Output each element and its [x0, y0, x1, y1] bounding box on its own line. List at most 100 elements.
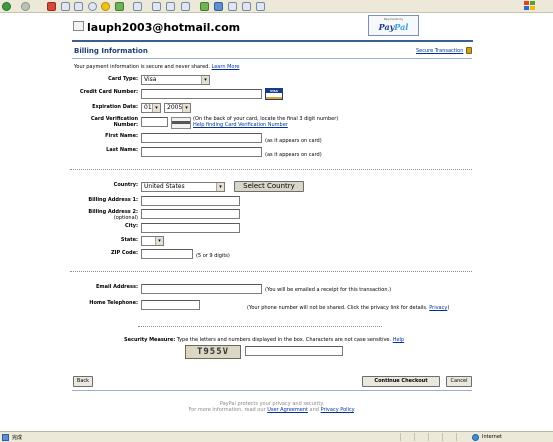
city-label: City:: [124, 223, 138, 229]
status-cell: [414, 433, 424, 441]
mail-icon[interactable]: [133, 2, 142, 11]
privacy-link[interactable]: Privacy: [429, 305, 447, 311]
email-input[interactable]: [141, 284, 262, 294]
research-icon[interactable]: [214, 2, 223, 11]
card-type-value: Visa: [144, 76, 157, 83]
city-input[interactable]: [141, 223, 240, 233]
forward-icon[interactable]: [21, 2, 30, 11]
learn-more-link[interactable]: Learn More: [212, 64, 240, 70]
country-label: Country:: [113, 182, 138, 188]
security-help-link[interactable]: Help: [393, 337, 404, 343]
last-name-note: (as it appears on card): [265, 152, 322, 158]
select-country-button[interactable]: Select Country: [234, 181, 304, 192]
state-select[interactable]: ▾: [141, 236, 164, 246]
paypal-logo: Payments by PayPal: [368, 15, 419, 36]
secure-transaction-link[interactable]: Secure Transaction: [416, 48, 463, 54]
header-rule: [72, 40, 473, 42]
state-label: State:: [120, 237, 138, 243]
edit-icon[interactable]: [166, 2, 175, 11]
exp-year-select[interactable]: 2005 ▾: [164, 103, 191, 113]
user-email: lauph2003@hotmail.com: [87, 21, 241, 34]
cancel-button[interactable]: Cancel: [446, 376, 472, 387]
card-number-label: Credit Card Number:: [79, 89, 138, 95]
messenger-icon[interactable]: [200, 2, 209, 11]
back-icon[interactable]: [2, 2, 11, 11]
address2-optional: (optional): [113, 215, 138, 221]
chevron-down-icon: ▾: [155, 237, 163, 245]
footer-line2: For more information, read our User Agre…: [72, 407, 472, 413]
zone-text: Internet: [482, 434, 502, 440]
last-name-input[interactable]: [141, 147, 262, 157]
visa-logo-stripe: [266, 97, 282, 99]
security-note: Type the letters and numbers displayed i…: [176, 337, 392, 343]
exp-month-select[interactable]: 01 ▾: [141, 103, 161, 113]
zip-input[interactable]: [141, 249, 193, 259]
phone-input[interactable]: [141, 300, 200, 310]
continue-checkout-button[interactable]: Continue Checkout: [362, 376, 440, 387]
section-divider: [70, 271, 472, 272]
back-button[interactable]: Back: [73, 376, 93, 387]
status-cell: [442, 433, 452, 441]
status-bar: 完成 Internet: [0, 431, 553, 442]
print-icon[interactable]: [152, 2, 161, 11]
chevron-down-icon: ▾: [201, 76, 209, 84]
search-icon[interactable]: [88, 2, 97, 11]
last-name-label: Last Name:: [106, 147, 138, 153]
tool-icon-3[interactable]: [256, 2, 265, 11]
address1-label: Billing Address 1:: [88, 197, 138, 203]
home-icon[interactable]: [74, 2, 83, 11]
browser-toolbar: [0, 0, 553, 13]
visa-card-icon: VISA: [265, 88, 283, 100]
title-rule: [72, 58, 472, 59]
tool-icon-1[interactable]: [228, 2, 237, 11]
first-name-input[interactable]: [141, 133, 262, 143]
captcha-image: T955V: [185, 345, 241, 359]
discuss-icon[interactable]: [181, 2, 190, 11]
email-note: (You will be emailed a receipt for this …: [265, 287, 392, 293]
phone-label: Home Telephone:: [89, 300, 138, 306]
zip-label: ZIP Code:: [111, 250, 138, 256]
card-type-select[interactable]: Visa ▾: [141, 75, 210, 85]
footer-and: and: [309, 407, 319, 413]
country-select[interactable]: United States ▾: [141, 182, 225, 192]
card-type-label: Card Type:: [108, 76, 138, 82]
card-back-icon: [171, 117, 191, 129]
address1-input[interactable]: [141, 196, 240, 206]
favorites-icon[interactable]: [101, 2, 110, 11]
page-icon: [2, 434, 9, 441]
captcha-input[interactable]: [245, 346, 343, 356]
stop-icon[interactable]: [47, 2, 56, 11]
internet-zone-icon: [472, 434, 479, 441]
refresh-icon[interactable]: [61, 2, 70, 11]
country-value: United States: [144, 183, 185, 190]
section-divider: [138, 326, 382, 327]
chevron-down-icon: ▾: [182, 104, 190, 112]
status-text: 完成: [12, 435, 23, 441]
card-back-stripe: [172, 121, 190, 124]
media-icon[interactable]: [115, 2, 124, 11]
first-name-note: (as it appears on card): [265, 138, 322, 144]
intro-message: Your payment information is secure and n…: [74, 64, 210, 70]
exp-year-value: 2005: [167, 104, 183, 111]
privacy-policy-link[interactable]: Privacy Policy: [321, 407, 354, 413]
first-name-label: First Name:: [105, 133, 138, 139]
card-number-input[interactable]: [141, 89, 262, 99]
cvn-input[interactable]: [141, 117, 168, 127]
zip-note: (5 or 9 digits): [196, 253, 230, 259]
user-agreement-link[interactable]: User Agreement: [267, 407, 308, 413]
cvn-help-wrap: Help finding Card Verification Number: [193, 122, 288, 128]
status-cell: [428, 433, 438, 441]
cvn-label: Card Verification Number:: [90, 116, 138, 128]
address2-input[interactable]: [141, 209, 240, 219]
cvn-help-link[interactable]: Help finding Card Verification Number: [193, 122, 288, 128]
phone-note-text: (Your phone number will not be shared. C…: [247, 305, 428, 311]
paypal-word-a: Pay: [378, 22, 395, 32]
footer-prefix: For more information, read our: [188, 407, 266, 413]
phone-note: (Your phone number will not be shared. C…: [247, 305, 449, 311]
chevron-down-icon: ▾: [152, 104, 160, 112]
security-row: Security Measure: Type the letters and n…: [124, 337, 404, 343]
lock-icon: [466, 47, 472, 54]
intro-text: Your payment information is secure and n…: [74, 64, 239, 70]
section-divider: [70, 169, 472, 170]
tool-icon-2[interactable]: [242, 2, 251, 11]
